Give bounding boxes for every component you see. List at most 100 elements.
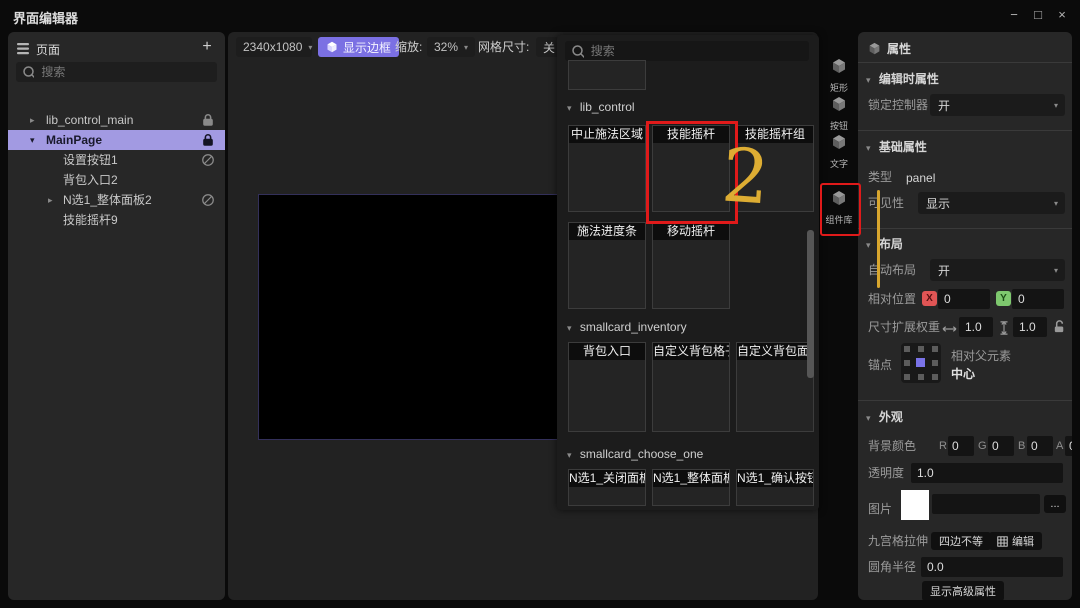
- section-layout[interactable]: 布局: [866, 235, 903, 252]
- zoom-dropdown[interactable]: 32%: [427, 37, 476, 57]
- section-appearance[interactable]: 外观: [866, 408, 903, 425]
- edited-page-canvas[interactable]: [258, 194, 575, 440]
- anchor-center-label: 中心: [951, 367, 976, 381]
- grid-icon: [997, 535, 1008, 547]
- cube-icon: [327, 41, 337, 53]
- x-position-input[interactable]: [938, 289, 990, 309]
- add-page-button[interactable]: +: [198, 38, 216, 56]
- auto-layout-label: 自动布局: [868, 263, 917, 277]
- pages-search-input[interactable]: [39, 64, 211, 80]
- b-channel-input[interactable]: [1027, 436, 1053, 456]
- tool-text[interactable]: 文字: [822, 134, 856, 170]
- title-bar: 界面编辑器 − □ ×: [0, 0, 1080, 30]
- section-edit-time-props[interactable]: 编辑时属性: [866, 70, 939, 87]
- maximize-button[interactable]: □: [1028, 6, 1048, 24]
- component-library-panel: lib_control 中止施法区域 技能摇杆 技能摇杆组 施法进度条 移动摇杆…: [557, 35, 819, 510]
- tree-item-backpack-entry2[interactable]: 背包入口2: [8, 170, 225, 190]
- section-basic-props[interactable]: 基础属性: [866, 138, 927, 155]
- resolution-dropdown[interactable]: 2340x1080: [236, 37, 312, 57]
- chevron-down-icon: [866, 240, 871, 250]
- lock-icon[interactable]: [201, 133, 215, 147]
- corner-radius-label: 圆角半径: [868, 560, 917, 574]
- show-border-button[interactable]: 显示边框: [318, 37, 400, 57]
- component-card[interactable]: N选1_确认按钮: [736, 469, 814, 506]
- chevron-down-icon: [866, 413, 871, 423]
- tool-button[interactable]: 按钮: [822, 96, 856, 132]
- component-card[interactable]: 技能摇杆组: [736, 125, 814, 212]
- visibility-hidden-icon[interactable]: [201, 153, 215, 167]
- library-search-input[interactable]: [588, 43, 803, 59]
- visibility-dropdown[interactable]: 显示: [918, 192, 1065, 214]
- horizontal-arrow-icon: [942, 326, 957, 332]
- cube-icon: [833, 135, 845, 149]
- image-swatch[interactable]: [901, 490, 929, 520]
- library-search[interactable]: [565, 41, 809, 61]
- tool-component-library[interactable]: 组件库: [822, 190, 856, 226]
- image-label: 图片: [868, 502, 893, 516]
- anchor-center-selected[interactable]: [916, 358, 925, 367]
- opacity-input[interactable]: [911, 463, 1063, 483]
- tree-item-settings-button1[interactable]: 设置按钮1: [8, 150, 225, 170]
- component-card[interactable]: 自定义背包格子: [652, 342, 730, 432]
- a-channel-input[interactable]: [1065, 436, 1072, 456]
- tree-item-mainpage[interactable]: MainPage: [8, 130, 225, 150]
- tree-item-skill-joystick9[interactable]: 技能摇杆9: [8, 210, 225, 230]
- pages-search[interactable]: [16, 62, 217, 82]
- visibility-hidden-icon[interactable]: [201, 193, 215, 207]
- chevron-down-icon[interactable]: [30, 130, 35, 150]
- bg-color-label: 背景颜色: [868, 439, 917, 453]
- type-label: 类型: [868, 170, 893, 184]
- corner-radius-input[interactable]: [921, 557, 1063, 577]
- anchor-relative-label: 相对父元素: [951, 349, 1012, 363]
- component-card[interactable]: 移动摇杆: [652, 222, 730, 309]
- show-advanced-props-button[interactable]: 显示高级属性: [922, 581, 1004, 600]
- unlock-icon[interactable]: [1052, 319, 1067, 334]
- search-icon: [23, 66, 35, 79]
- chevron-right-icon[interactable]: [48, 190, 53, 210]
- cube-icon: [833, 191, 845, 205]
- component-card[interactable]: 自定义背包面板: [736, 342, 814, 432]
- tool-rectangle[interactable]: 矩形: [822, 58, 856, 94]
- lock-controller-dropdown[interactable]: 开: [930, 94, 1065, 116]
- component-card[interactable]: 背包入口: [568, 342, 646, 432]
- height-weight-input[interactable]: [1013, 317, 1047, 337]
- anchor-grid-widget[interactable]: [901, 343, 941, 383]
- library-section-smallcard-choose-one[interactable]: smallcard_choose_one: [567, 447, 703, 461]
- library-section-lib-control[interactable]: lib_control: [567, 100, 635, 114]
- auto-layout-dropdown[interactable]: 开: [930, 259, 1065, 281]
- image-path-input[interactable]: [932, 494, 1040, 514]
- y-position-input[interactable]: [1012, 289, 1064, 309]
- component-card[interactable]: 施法进度条: [568, 222, 646, 309]
- component-card[interactable]: N选1_整体面板: [652, 469, 730, 506]
- chevron-down-icon: [567, 450, 572, 460]
- nine-grid-edit-button[interactable]: 编辑: [989, 532, 1042, 550]
- properties-header: 属性: [868, 40, 911, 57]
- search-icon: [572, 45, 584, 58]
- g-channel-input[interactable]: [988, 436, 1014, 456]
- component-card[interactable]: N选1_关闭面板: [568, 469, 646, 506]
- chevron-down-icon: [866, 143, 871, 153]
- lock-icon[interactable]: [201, 113, 215, 127]
- close-button[interactable]: ×: [1052, 6, 1072, 24]
- width-weight-input[interactable]: [959, 317, 993, 337]
- minimize-button[interactable]: −: [1004, 6, 1024, 24]
- b-channel-label: B: [1018, 440, 1026, 452]
- y-axis-badge: Y: [996, 291, 1011, 306]
- library-scrollbar-thumb[interactable]: [807, 230, 814, 378]
- tree-item-nselect1-panel2[interactable]: N选1_整体面板2: [8, 190, 225, 210]
- chevron-down-icon: [464, 43, 468, 52]
- chevron-right-icon[interactable]: [30, 110, 35, 130]
- component-card[interactable]: 中止施法区域: [568, 125, 646, 212]
- properties-panel: 属性 编辑时属性 锁定控制器 开 基础属性 类型 panel 可见性 显示 布局…: [858, 32, 1072, 600]
- chevron-down-icon: [1054, 199, 1058, 208]
- tree-item-lib-control-main[interactable]: lib_control_main: [8, 110, 225, 130]
- component-card-skill-joystick[interactable]: 技能摇杆: [652, 125, 730, 212]
- library-section-smallcard-inventory[interactable]: smallcard_inventory: [567, 320, 687, 334]
- pages-panel: 页面 + lib_control_main MainPage 设置按钮1 背包入…: [8, 32, 225, 600]
- nine-grid-mode-button[interactable]: 四边不等: [931, 532, 991, 550]
- cube-icon: [833, 97, 845, 111]
- r-channel-input[interactable]: [948, 436, 974, 456]
- a-channel-label: A: [1056, 440, 1064, 452]
- component-card-partial[interactable]: [568, 60, 646, 90]
- browse-image-button[interactable]: ...: [1044, 495, 1066, 513]
